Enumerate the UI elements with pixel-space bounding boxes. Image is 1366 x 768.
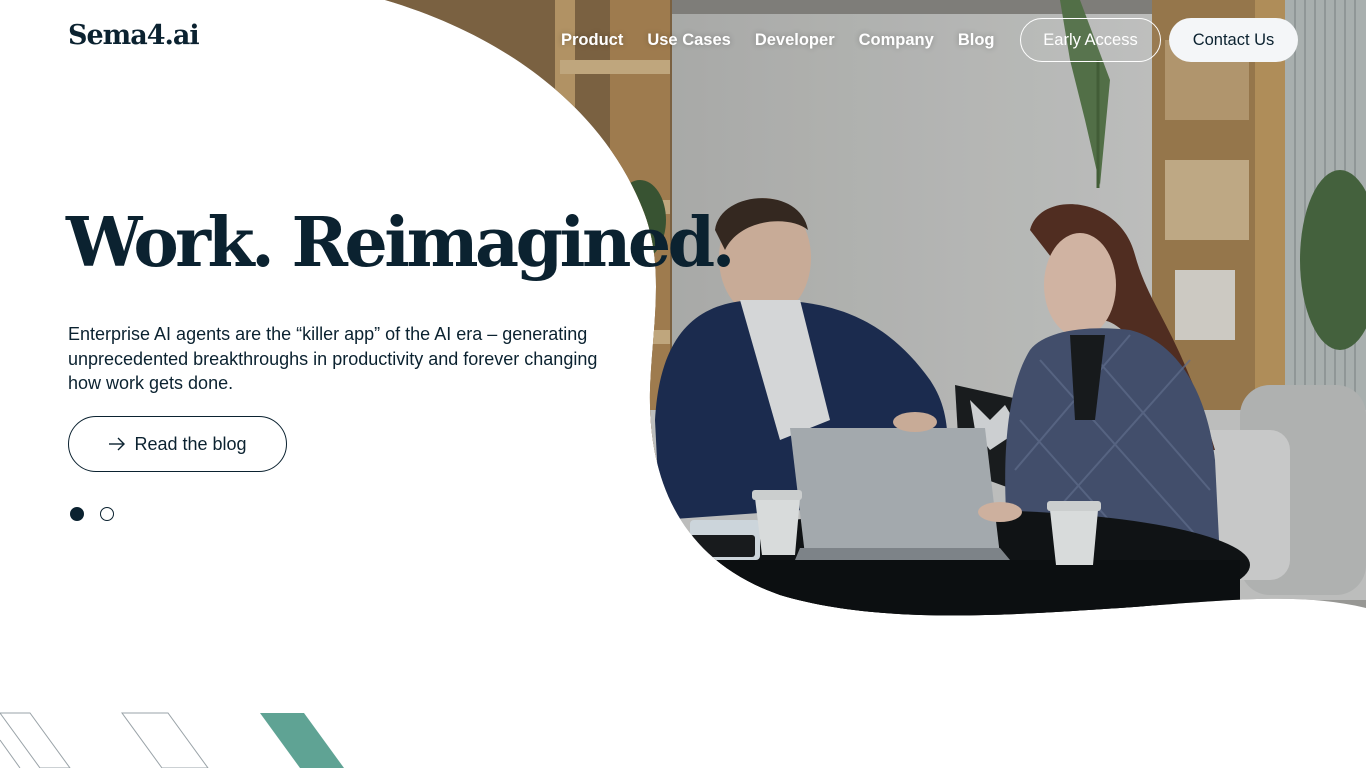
nav-developer[interactable]: Developer [755, 29, 835, 51]
nav-blog[interactable]: Blog [958, 29, 995, 51]
carousel-dot-1[interactable] [70, 507, 84, 521]
nav-company[interactable]: Company [859, 29, 934, 51]
nav-use-cases[interactable]: Use Cases [647, 29, 730, 51]
read-the-blog-label: Read the blog [134, 433, 247, 454]
carousel-dots [70, 507, 114, 521]
contact-us-button[interactable]: Contact Us [1169, 18, 1298, 62]
hero-description: Enterprise AI agents are the “killer app… [68, 324, 598, 393]
read-the-blog-button[interactable]: Read the blog [68, 416, 287, 472]
decorative-stripes [0, 712, 344, 768]
page: Sema4.ai Product Use Cases Developer Com… [0, 0, 1366, 768]
arrow-right-icon [109, 437, 126, 451]
hero-photo [385, 0, 1366, 616]
nav-product[interactable]: Product [561, 29, 623, 51]
hero-title: Work. Reimagined. [66, 203, 735, 283]
main-nav: Product Use Cases Developer Company Blog [561, 29, 994, 51]
sema4-logo[interactable]: Sema4.ai [68, 22, 200, 49]
carousel-dot-2[interactable] [100, 507, 114, 521]
early-access-button[interactable]: Early Access [1020, 18, 1161, 62]
